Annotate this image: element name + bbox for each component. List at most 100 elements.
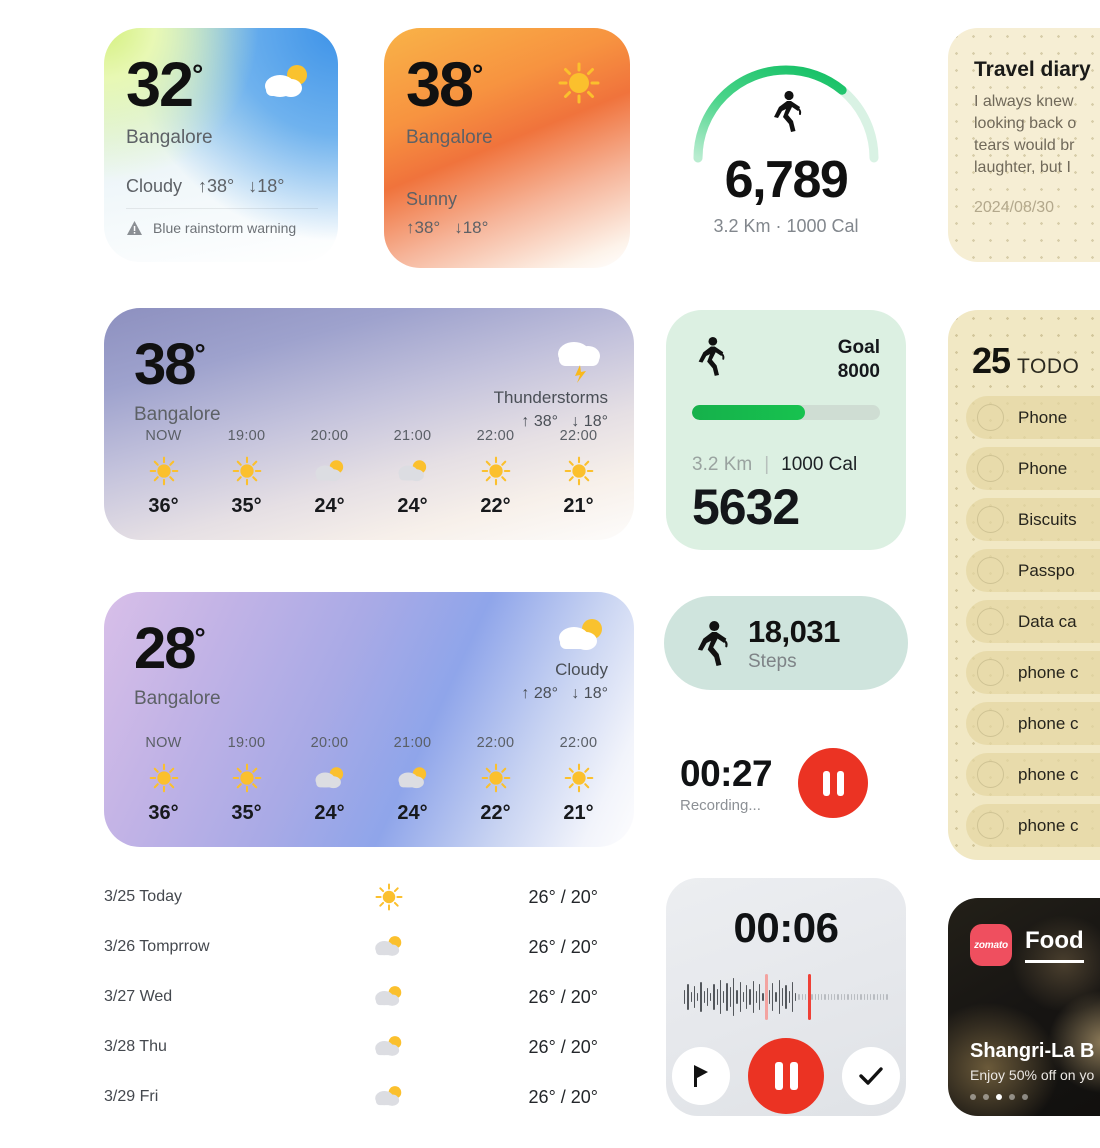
forecast-weather-icon	[314, 1034, 464, 1059]
todo-checkbox[interactable]	[977, 404, 1004, 431]
hourly-time: 22:00	[476, 428, 515, 444]
waveform-bar	[860, 994, 862, 1000]
todo-list-widget[interactable]: 25 TODO Phone Phone Biscuits Passpo Data ca p…	[948, 310, 1100, 860]
goal-progress-fill	[692, 404, 805, 420]
recording-text-block: 00:27 Recording...	[680, 753, 773, 814]
hourly-forecast-row: NOW 36° 19:00 35° 20:00 24° 21:00 24° 22:00 22° 22…	[122, 735, 620, 825]
playhead-current[interactable]	[808, 974, 811, 1020]
diary-body: I always knew looking back o tears would…	[974, 91, 1100, 179]
tab-food[interactable]: Food	[1025, 927, 1084, 963]
todo-checkbox[interactable]	[977, 608, 1004, 635]
todo-item[interactable]: phone c	[966, 753, 1100, 796]
cloud-sun-icon	[559, 619, 602, 650]
waveform-bar	[703, 991, 705, 1003]
carousel-dot[interactable]	[970, 1094, 976, 1100]
travel-diary-widget[interactable]: Travel diary I always knew looking back …	[948, 28, 1100, 262]
waveform-bar	[847, 994, 849, 1000]
todo-checkbox[interactable]	[977, 455, 1004, 482]
activity-goal-widget[interactable]: Goal 8000 3.2 Km | 1000 Cal 5632	[666, 310, 906, 550]
widget-showcase-canvas: 32° Bangalore Cloudy ↑38° ↓18° Blue rain…	[0, 0, 1100, 1148]
waveform-bar	[827, 994, 829, 1000]
zomato-food-promo-widget[interactable]: zomato Food Shangri-La B Enjoy 50% off o…	[948, 898, 1100, 1116]
carousel-dot[interactable]	[996, 1094, 1002, 1100]
waveform-bar	[791, 982, 794, 1012]
todo-item[interactable]: Biscuits	[966, 498, 1100, 541]
todo-label: Phone	[1018, 458, 1068, 478]
steps-pill-widget[interactable]: 18,031 Steps	[664, 596, 908, 690]
daily-forecast-row[interactable]: 3/27 Wed 26° / 20°	[104, 972, 634, 1022]
cloud-sun-icon	[398, 766, 426, 788]
todo-item[interactable]: phone c	[966, 804, 1100, 847]
pause-recording-button[interactable]	[748, 1038, 824, 1114]
carousel-dot[interactable]	[983, 1094, 989, 1100]
sun-icon	[481, 456, 510, 486]
weather-card-cloudy-hourly[interactable]: 28° Bangalore Cloudy ↑ 28° ↓ 18° NOW 36° 1…	[104, 592, 634, 847]
forecast-day: 3/26 Tomprrow	[104, 938, 210, 955]
forecast-weather-icon	[314, 881, 464, 913]
sun-icon	[558, 62, 600, 104]
todo-checkbox[interactable]	[977, 557, 1004, 584]
weather-summary: 38° Bangalore	[134, 336, 221, 426]
todo-checkbox[interactable]	[977, 710, 1004, 737]
hourly-time: 22:00	[476, 735, 515, 751]
todo-checkbox[interactable]	[977, 506, 1004, 533]
waveform-bar	[824, 994, 826, 1000]
recorder-controls	[666, 1038, 906, 1114]
todo-item[interactable]: Passpo	[966, 549, 1100, 592]
weather-condition-block: Cloudy ↑ 28° ↓ 18°	[521, 616, 608, 703]
waveform-bar	[732, 978, 735, 1016]
todo-item[interactable]: Data ca	[966, 600, 1100, 643]
sun-icon	[481, 763, 510, 793]
hourly-item: NOW 36°	[122, 428, 205, 518]
weather-card-thunderstorms-hourly[interactable]: 38° Bangalore Thunderstorms ↑ 38° ↓ 18° …	[104, 308, 634, 540]
waveform-bar	[821, 994, 823, 1000]
sun-icon	[232, 763, 261, 793]
waveform-bar	[876, 994, 878, 1000]
todo-item[interactable]: Phone	[966, 396, 1100, 439]
voice-recorder-widget[interactable]: 00:06	[666, 878, 906, 1116]
recording-status-label: Recording...	[680, 796, 761, 814]
todo-item[interactable]: Phone	[966, 447, 1100, 490]
forecast-range: 26° / 20°	[528, 936, 598, 957]
daily-forecast-row[interactable]: 3/28 Thu 26° / 20°	[104, 1022, 634, 1072]
steps-ring-widget[interactable]: 6,789 3.2 Km · 1000 Cal	[664, 24, 908, 272]
waveform[interactable]	[684, 972, 888, 1022]
forecast-day: 3/29 Fri	[104, 1088, 159, 1105]
weather-card-bangalore-cloudy[interactable]: 32° Bangalore Cloudy ↑38° ↓18° Blue rain…	[104, 28, 338, 262]
waveform-bar	[693, 986, 696, 1008]
recording-status-widget[interactable]: 00:27 Recording...	[680, 748, 910, 818]
running-icon	[698, 336, 725, 376]
carousel-dots[interactable]	[970, 1094, 1094, 1100]
waveform-bar	[759, 984, 761, 1010]
sun-icon	[149, 763, 178, 793]
waveform-bar	[830, 994, 833, 1000]
daily-forecast-row[interactable]: 3/25 Today 26° / 20°	[104, 872, 634, 922]
todo-checkbox[interactable]	[977, 812, 1004, 839]
high-temp: ↑38°	[198, 176, 235, 196]
hourly-time: NOW	[145, 428, 182, 444]
todo-checkbox[interactable]	[977, 761, 1004, 788]
waveform-bar	[700, 982, 702, 1012]
pause-recording-button[interactable]	[798, 748, 869, 818]
todo-item[interactable]: phone c	[966, 702, 1100, 745]
low-temp: ↓ 18°	[571, 685, 608, 702]
playhead-marker[interactable]	[765, 974, 768, 1020]
goal-label: Goal	[837, 337, 880, 358]
hourly-item: 22:00 22°	[454, 428, 537, 518]
daily-forecast-row[interactable]: 3/29 Fri 26° / 20°	[104, 1072, 634, 1122]
carousel-dot[interactable]	[1009, 1094, 1015, 1100]
add-marker-button[interactable]	[672, 1047, 730, 1105]
steps-text-block: 18,031 Steps	[748, 614, 840, 673]
todo-checkbox[interactable]	[977, 659, 1004, 686]
daily-forecast-row[interactable]: 3/26 Tomprrow 26° / 20°	[104, 922, 634, 972]
weather-card-bangalore-sunny[interactable]: 38° Bangalore Sunny ↑38° ↓18°	[384, 28, 630, 268]
finish-recording-button[interactable]	[842, 1047, 900, 1105]
diary-content: Travel diary I always knew looking back …	[948, 28, 1100, 217]
carousel-dot[interactable]	[1022, 1094, 1028, 1100]
hourly-temp: 35°	[231, 495, 262, 517]
waveform-bar	[870, 994, 872, 1000]
promo-subtitle: Enjoy 50% off on yo	[970, 1067, 1095, 1083]
todo-item[interactable]: phone c	[966, 651, 1100, 694]
waveform-bar	[785, 985, 787, 1009]
marker-flag-icon	[694, 1065, 708, 1087]
